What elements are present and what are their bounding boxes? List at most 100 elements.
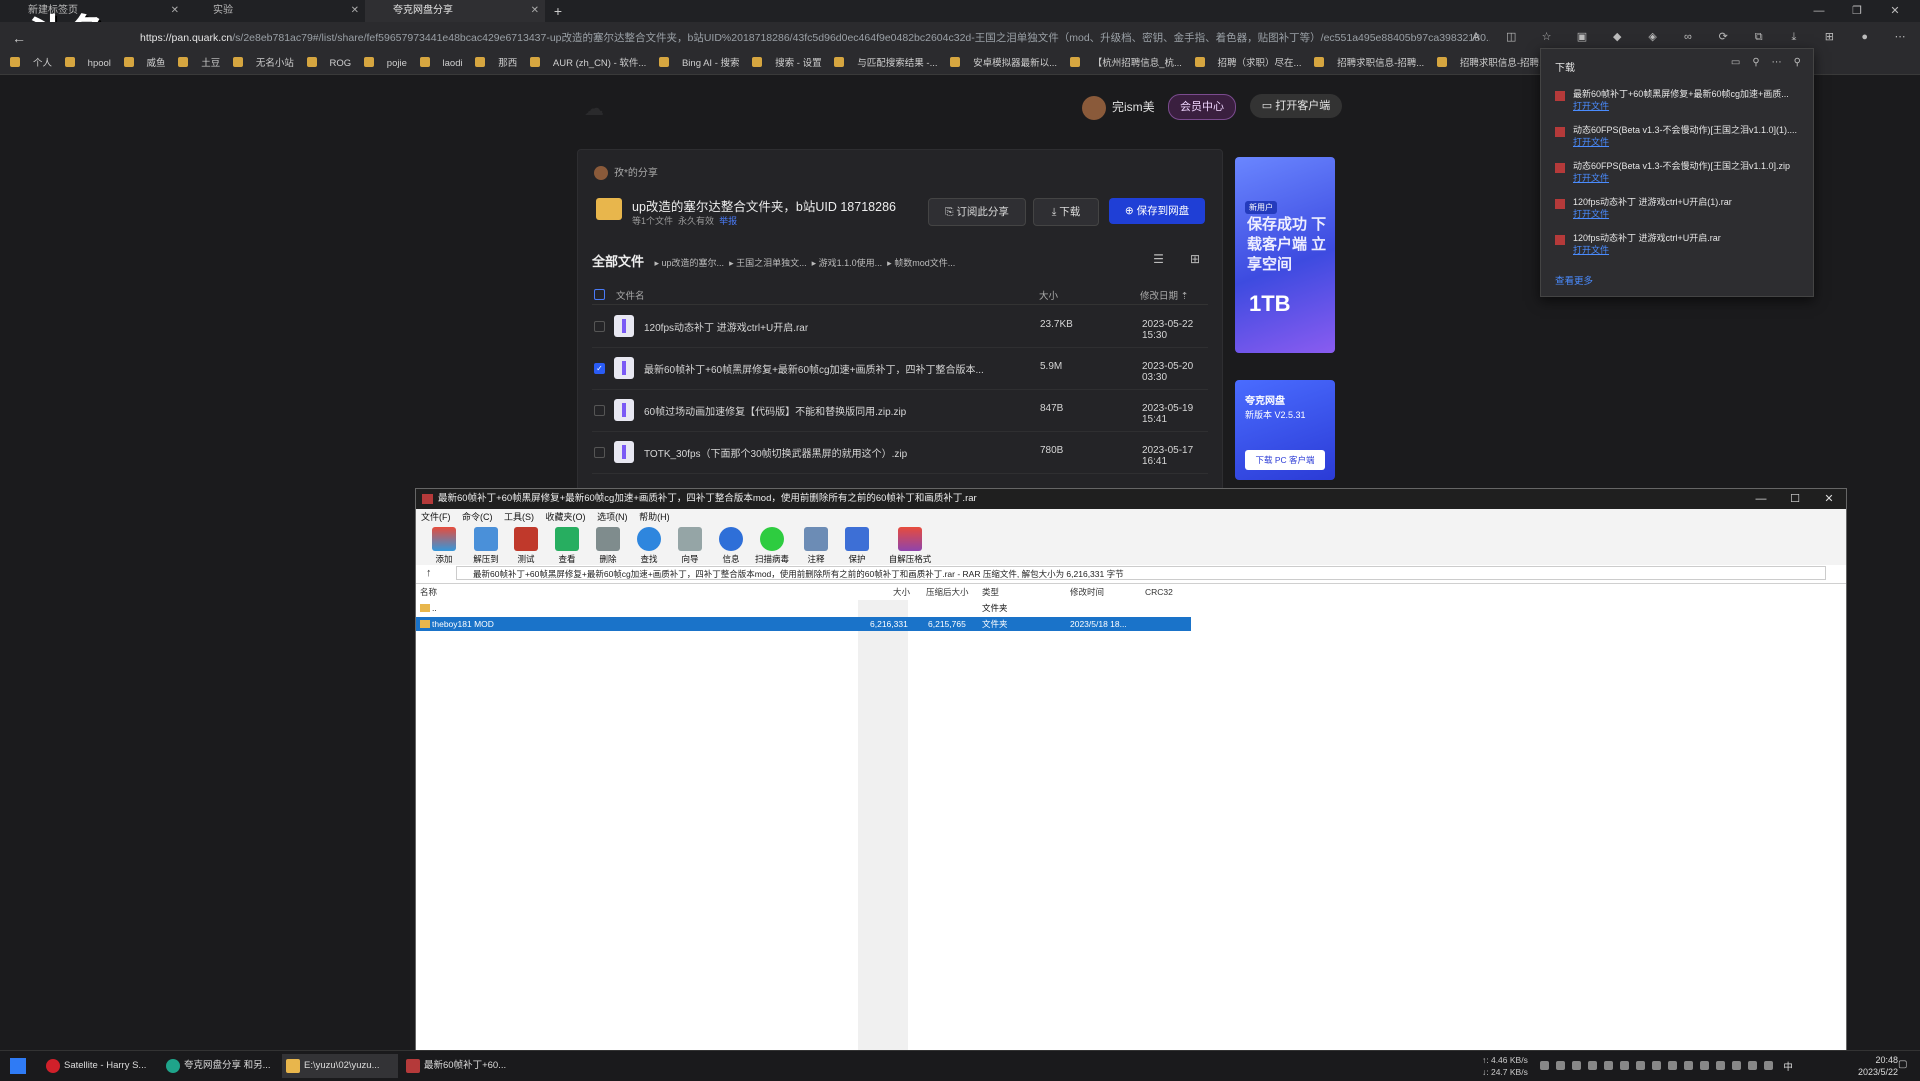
col-crc32[interactable]: CRC32 [1145,584,1173,600]
notification-icon[interactable]: ▢ [1898,1059,1907,1070]
breadcrumb-item[interactable]: 游戏1.1.0使用... [819,258,883,268]
comment-button[interactable]: 注释 [796,527,836,565]
download-item[interactable]: 120fps动态补丁 进游戏ctrl+U开启(1).rar 打开文件 [1551,193,1801,223]
bookmark[interactable]: 安卓模拟器最新以... [950,54,1057,74]
grid-view-icon[interactable]: ⊞ [1190,252,1200,266]
breadcrumb-item[interactable]: 帧数mod文件... [894,258,955,268]
file-row[interactable]: 60帧过场动画加速修复【代码版】不能和替换版同用.zip.zip 847B 20… [592,389,1208,432]
tray-icon[interactable] [1572,1061,1581,1070]
open-file-link[interactable]: 打开文件 [1573,135,1609,148]
row-checkbox[interactable] [594,447,605,458]
download-item[interactable]: 最新60帧补丁+60帧黑屏修复+最新60帧cg加速+画质... 打开文件 [1551,85,1801,115]
refresh-icon[interactable]: ⟳ [1713,30,1733,46]
tray-icon[interactable] [1668,1061,1677,1070]
new-tab-button[interactable]: + [548,0,568,22]
tray-icon[interactable] [1588,1061,1597,1070]
minimize-icon[interactable]: — [1744,489,1778,509]
close-icon[interactable]: ✕ [531,0,539,22]
download-icon[interactable]: ⤓ [1784,31,1804,47]
breadcrumb-item[interactable]: up改造的塞尔... [662,258,725,268]
open-file-link[interactable]: 打开文件 [1573,243,1609,256]
extension-icon[interactable]: ∞ [1678,31,1698,47]
download-pc-client-button[interactable]: 下载 PC 客户端 [1245,450,1325,470]
pin-icon[interactable]: ⚲ [1794,57,1801,68]
up-arrow-icon[interactable]: ↑ [426,567,432,579]
menu-file[interactable]: 文件(F) [421,512,451,522]
info-button[interactable]: 信息 [711,527,751,565]
report-link[interactable]: 举报 [719,216,737,226]
menu-tools[interactable]: 工具(S) [504,512,534,522]
vip-center-button[interactable]: 会员中心 [1168,94,1236,120]
read-aloud-icon[interactable]: A [1466,31,1486,47]
bookmark[interactable]: hpool [64,54,111,74]
bookmark[interactable]: 无名小站 [232,54,294,74]
more-icon[interactable]: ⋯ [1890,30,1910,46]
save-to-drive-button[interactable]: ⊕ 保存到网盘 [1109,198,1205,224]
breadcrumb-item[interactable]: 王国之泪单独文... [736,258,807,268]
download-item[interactable]: 动态60FPS(Beta v1.3-不会慢动作)[王国之泪v1.1.0].zip… [1551,157,1801,187]
open-file-link[interactable]: 打开文件 [1573,207,1609,220]
wizard-button[interactable]: 向导 [670,527,710,565]
virus-scan-button[interactable]: 扫描病毒 [752,527,792,565]
favorite-star-icon[interactable]: ☆ [1537,30,1557,46]
open-file-link[interactable]: 打开文件 [1573,99,1609,112]
close-icon[interactable]: ✕ [171,0,179,22]
maximize-icon[interactable]: ☐ [1778,489,1812,509]
restore-icon[interactable]: ❐ [1838,0,1876,22]
close-icon[interactable]: ✕ [351,0,359,22]
tray-icon[interactable] [1540,1061,1549,1070]
sort-icon[interactable]: ☰ [1153,252,1164,266]
ime-indicator[interactable]: 中 [1783,1062,1793,1073]
tray-icon[interactable] [1620,1061,1629,1070]
find-button[interactable]: 查找 [629,527,669,565]
col-modified[interactable]: 修改时间 [1070,584,1104,600]
protect-button[interactable]: 保护 [837,527,877,565]
back-arrow-icon[interactable]: ← [12,30,26,46]
taskbar-app-edge[interactable]: 夸克网盘分享 和另... [162,1054,278,1078]
taskbar-clock[interactable]: 20:48 2023/5/22 [1858,1054,1898,1078]
download-item[interactable]: 120fps动态补丁 进游戏ctrl+U开启.rar 打开文件 [1551,229,1801,259]
sfx-button[interactable]: 自解压格式 [883,527,937,565]
extension-icon[interactable]: ▣ [1572,30,1592,46]
col-name[interactable]: 名称 [420,584,437,600]
row-checkbox[interactable] [594,405,605,416]
start-windows-icon[interactable] [10,1058,26,1074]
taskbar-app-netease-music[interactable]: Satellite - Harry S... [42,1054,158,1078]
bookmark[interactable]: 土豆 [178,54,220,74]
bookmark[interactable]: 威鱼 [123,54,166,74]
select-all-checkbox[interactable] [594,289,605,300]
close-icon[interactable]: ✕ [1876,0,1914,22]
tray-icon[interactable] [1604,1061,1613,1070]
menu-favorites[interactable]: 收藏夹(O) [546,512,586,522]
bookmark[interactable]: 个人 [10,54,52,74]
tray-icon[interactable] [1652,1061,1661,1070]
file-row[interactable]: TOTK_30fps（下面那个30帧切换武器黑屏的就用这个）.zip 780B … [592,431,1208,474]
open-file-link[interactable]: 打开文件 [1573,171,1609,184]
search-icon[interactable]: ⚲ [1752,57,1759,68]
taskbar-app-explorer[interactable]: E:\yuzu\02\yuzu... [282,1054,398,1078]
bookmark[interactable]: pojie [363,54,407,74]
minimize-icon[interactable]: — [1800,0,1838,22]
view-button[interactable]: 查看 [547,527,587,565]
extension-icon[interactable]: ◈ [1643,30,1663,46]
file-row[interactable]: ✓ 最新60帧补丁+60帧黑屏修复+最新60帧cg加速+画质补丁，四补丁整合版本… [592,347,1208,390]
bookmark[interactable]: ROG [306,54,351,74]
more-icon[interactable]: ⋯ [1772,57,1782,68]
bookmark[interactable]: AUR (zh_CN) - 软件... [529,54,646,74]
tray-icon[interactable] [1716,1061,1725,1070]
user-menu[interactable]: 完ism美 [1082,94,1155,120]
tab-quark-share[interactable]: 夸克网盘分享 ✕ [365,0,545,22]
col-size[interactable]: 大小 [893,584,910,600]
bookmark[interactable]: 招聘求职信息-招聘... [1436,54,1547,74]
tray-icon[interactable] [1732,1061,1741,1070]
row-checkbox[interactable] [594,321,605,332]
collections-icon[interactable]: ⧉ [1749,31,1769,47]
col-type[interactable]: 类型 [982,584,999,600]
col-packed-size[interactable]: 压缩后大小 [926,584,969,600]
profile-avatar-icon[interactable]: ● [1855,31,1875,47]
bookmark[interactable]: 招聘（求职）尽在... [1194,54,1301,74]
folder-icon[interactable]: ▭ [1731,57,1740,68]
menu-help[interactable]: 帮助(H) [639,512,670,522]
url-field[interactable]: https://pan.quark.cn/s/2e8eb781ac79#/lis… [140,29,1490,47]
delete-button[interactable]: 删除 [588,527,628,565]
